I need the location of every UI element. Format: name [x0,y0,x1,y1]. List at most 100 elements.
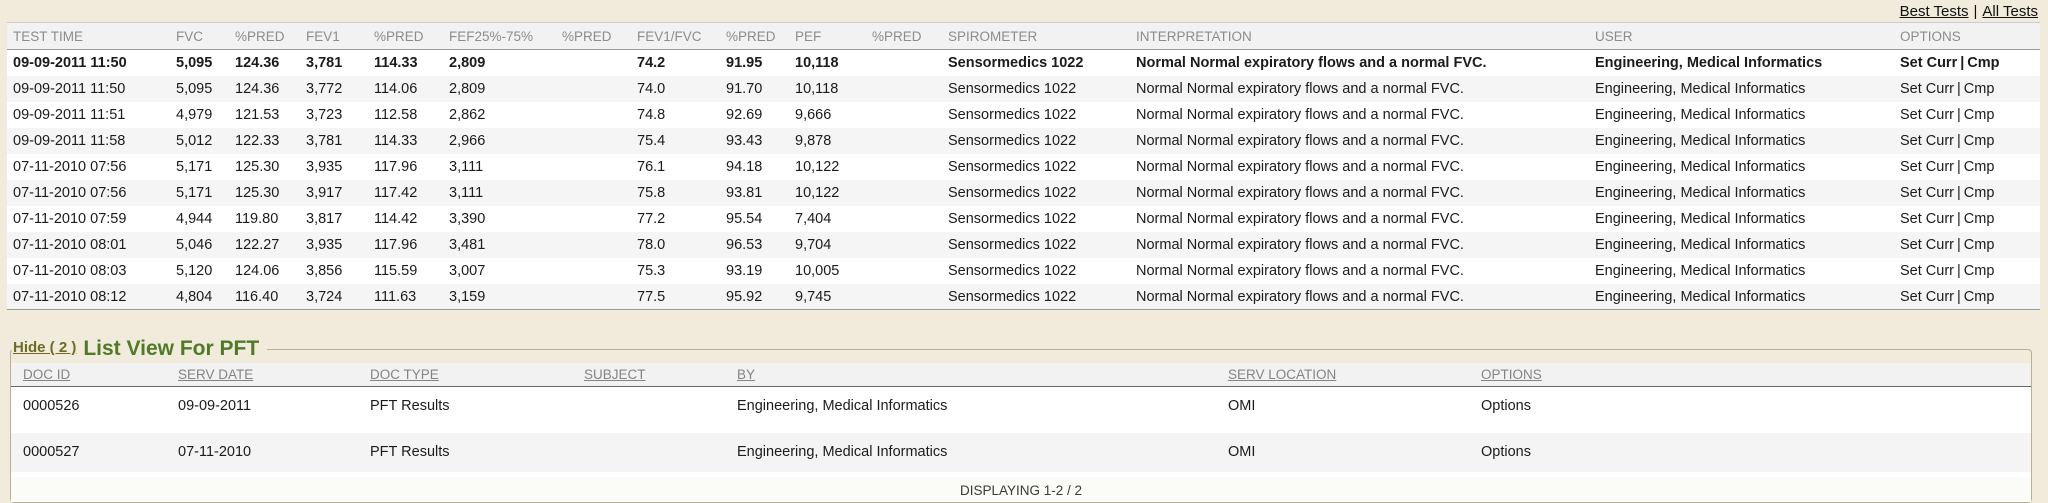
serv-location-cell: OMI [1216,431,1469,475]
fef25-75-pred-cell [556,284,631,310]
cmp-link[interactable]: Cmp [1964,211,1995,227]
pef-pred-cell [866,232,942,258]
fev1-fvc-pred-cell: 91.70 [720,76,789,102]
spirometer-cell: Sensormedics 1022 [942,284,1130,310]
docs-col-serv-location[interactable]: SERV LOCATION [1216,363,1469,387]
pef-pred-cell [866,154,942,180]
results-col-fev1: FEV1 [300,23,368,50]
fev1-fvc-pred-cell: 91.95 [720,50,789,76]
docs-col-options[interactable]: OPTIONS [1469,363,2031,387]
serv-date-cell: 07-11-2010 [166,431,358,475]
set-curr-link[interactable]: Set Curr [1900,185,1954,201]
pft-test-row: 07-11-2010 07:56 5,171 125.30 3,917 117.… [7,180,2040,206]
pef-cell: 10,005 [789,258,866,284]
best-tests-link[interactable]: Best Tests [1900,3,1969,20]
user-cell: Engineering, Medical Informatics [1589,154,1894,180]
options-cell: Set Curr|Cmp [1894,284,2040,310]
user-cell: Engineering, Medical Informatics [1589,206,1894,232]
fev1-cell: 3,723 [300,102,368,128]
fev1-fvc-cell: 74.0 [631,76,720,102]
results-col-test-time: TEST TIME [7,23,170,50]
fvc-cell: 4,804 [170,284,229,310]
by-cell: Engineering, Medical Informatics [725,431,1216,475]
spirometer-cell: Sensormedics 1022 [942,232,1130,258]
fev1-fvc-pred-cell: 95.54 [720,206,789,232]
doc-id-cell: 0000527 [11,431,166,475]
test-time-cell: 07-11-2010 07:56 [7,180,170,206]
pef-cell: 10,118 [789,50,866,76]
fev1-cell: 3,772 [300,76,368,102]
set-curr-link[interactable]: Set Curr [1900,263,1954,279]
pef-pred-cell [866,180,942,206]
interpretation-cell: Normal Normal expiratory flows and a nor… [1130,258,1589,284]
fev1-fvc-cell: 75.8 [631,180,720,206]
cmp-link[interactable]: Cmp [1964,133,1995,149]
documents-table: DOC IDSERV DATEDOC TYPESUBJECTBYSERV LOC… [11,363,2031,502]
cmp-link[interactable]: Cmp [1964,289,1995,305]
fev1-cell: 3,856 [300,258,368,284]
set-curr-link[interactable]: Set Curr [1900,81,1954,97]
hide-link[interactable]: Hide ( 2 ) [13,339,76,356]
fef25-75-cell: 2,809 [443,76,556,102]
pft-test-row: 09-09-2011 11:58 5,012 122.33 3,781 114.… [7,128,2040,154]
set-curr-link[interactable]: Set Curr [1900,107,1954,123]
fev1-pred-cell: 114.06 [368,76,443,102]
fef25-75-cell: 3,007 [443,258,556,284]
fvc-cell: 5,095 [170,50,229,76]
pef-cell: 10,122 [789,154,866,180]
set-curr-link[interactable]: Set Curr [1900,289,1954,305]
spirometer-cell: Sensormedics 1022 [942,180,1130,206]
options-cell: Set Curr|Cmp [1894,154,2040,180]
subject-cell [572,431,725,475]
fvc-pred-cell: 125.30 [229,180,300,206]
options-link[interactable]: Options [1481,398,1531,414]
options-separator: | [1957,185,1961,201]
fef25-75-cell: 2,809 [443,50,556,76]
set-curr-link[interactable]: Set Curr [1900,133,1954,149]
fvc-pred-cell: 119.80 [229,206,300,232]
spirometer-cell: Sensormedics 1022 [942,154,1130,180]
options-link[interactable]: Options [1481,444,1531,460]
cmp-link[interactable]: Cmp [1964,81,1995,97]
fev1-fvc-cell: 76.1 [631,154,720,180]
fvc-cell: 5,095 [170,76,229,102]
options-cell: Set Curr|Cmp [1894,258,2040,284]
pef-cell: 10,122 [789,180,866,206]
pef-cell: 9,878 [789,128,866,154]
fef25-75-pred-cell [556,180,631,206]
view-links-separator: | [1974,3,1978,20]
results-col-user: USER [1589,23,1894,50]
cmp-link[interactable]: Cmp [1967,55,1999,71]
docs-col-doc-id[interactable]: DOC ID [11,363,166,387]
cmp-link[interactable]: Cmp [1964,107,1995,123]
options-cell: Set Curr|Cmp [1894,102,2040,128]
fev1-pred-cell: 111.63 [368,284,443,310]
results-col-pred: %PRED [368,23,443,50]
options-cell: Set Curr|Cmp [1894,180,2040,206]
pef-cell: 10,118 [789,76,866,102]
fev1-fvc-pred-cell: 95.92 [720,284,789,310]
fev1-fvc-pred-cell: 93.81 [720,180,789,206]
view-links-bar: Best Tests |All Tests [0,0,2048,22]
docs-col-by[interactable]: BY [725,363,1216,387]
cmp-link[interactable]: Cmp [1964,159,1995,175]
options-cell: Options [1469,387,2031,431]
cmp-link[interactable]: Cmp [1964,185,1995,201]
user-cell: Engineering, Medical Informatics [1589,50,1894,76]
options-separator: | [1957,107,1961,123]
all-tests-link[interactable]: All Tests [1982,3,2038,20]
set-curr-link[interactable]: Set Curr [1900,211,1954,227]
fev1-pred-cell: 114.33 [368,128,443,154]
set-curr-link[interactable]: Set Curr [1900,237,1954,253]
cmp-link[interactable]: Cmp [1964,237,1995,253]
docs-col-doc-type[interactable]: DOC TYPE [358,363,572,387]
cmp-link[interactable]: Cmp [1964,263,1995,279]
pef-cell: 7,404 [789,206,866,232]
fef25-75-cell: 2,966 [443,128,556,154]
docs-col-serv-date[interactable]: SERV DATE [166,363,358,387]
pef-pred-cell [866,258,942,284]
fev1-pred-cell: 117.96 [368,232,443,258]
set-curr-link[interactable]: Set Curr [1900,55,1957,71]
set-curr-link[interactable]: Set Curr [1900,159,1954,175]
docs-col-subject[interactable]: SUBJECT [572,363,725,387]
